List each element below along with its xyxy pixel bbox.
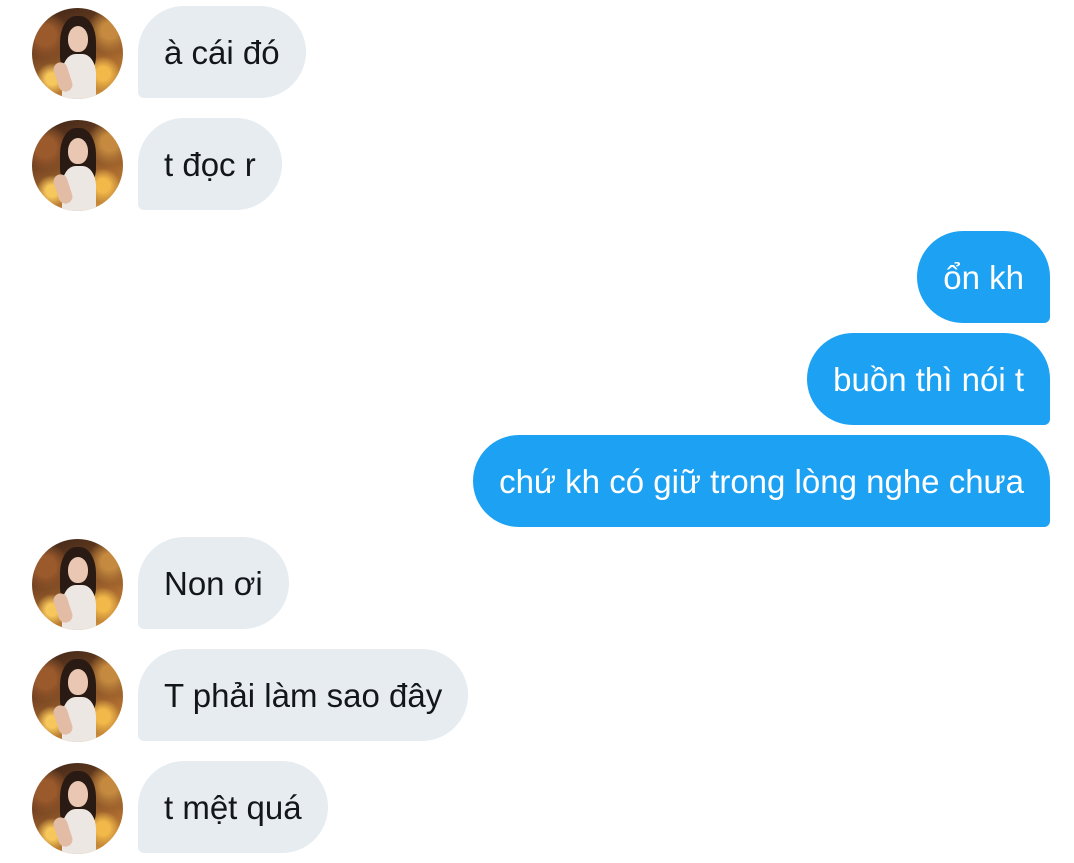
avatar[interactable] [32,539,123,630]
message-row-incoming: à cái đó [0,6,1074,99]
message-bubble-outgoing[interactable]: buồn thì nói t [807,333,1050,425]
message-bubble-outgoing[interactable]: chứ kh có giữ trong lòng nghe chưa [473,435,1050,527]
message-row-outgoing: ổn kh [0,231,1074,323]
message-row-incoming: t đọc r [0,118,1074,211]
message-bubble-incoming[interactable]: à cái đó [138,6,306,98]
message-bubble-incoming[interactable]: t mệt quá [138,761,328,853]
message-row-incoming: Non ơi [0,537,1074,630]
message-bubble-incoming[interactable]: Non ơi [138,537,289,629]
avatar[interactable] [32,8,123,99]
message-bubble-incoming[interactable]: t đọc r [138,118,282,210]
message-row-outgoing: chứ kh có giữ trong lòng nghe chưa [0,435,1074,527]
message-row-incoming: t mệt quá [0,761,1074,854]
avatar[interactable] [32,651,123,742]
message-row-incoming: T phải làm sao đây [0,649,1074,742]
avatar[interactable] [32,763,123,854]
message-bubble-incoming[interactable]: T phải làm sao đây [138,649,469,741]
message-row-outgoing: buồn thì nói t [0,333,1074,425]
conversation-thread: à cái đó t đọc r ổn kh buồn thì nói t ch… [0,0,1074,863]
avatar[interactable] [32,120,123,211]
message-bubble-outgoing[interactable]: ổn kh [917,231,1050,323]
